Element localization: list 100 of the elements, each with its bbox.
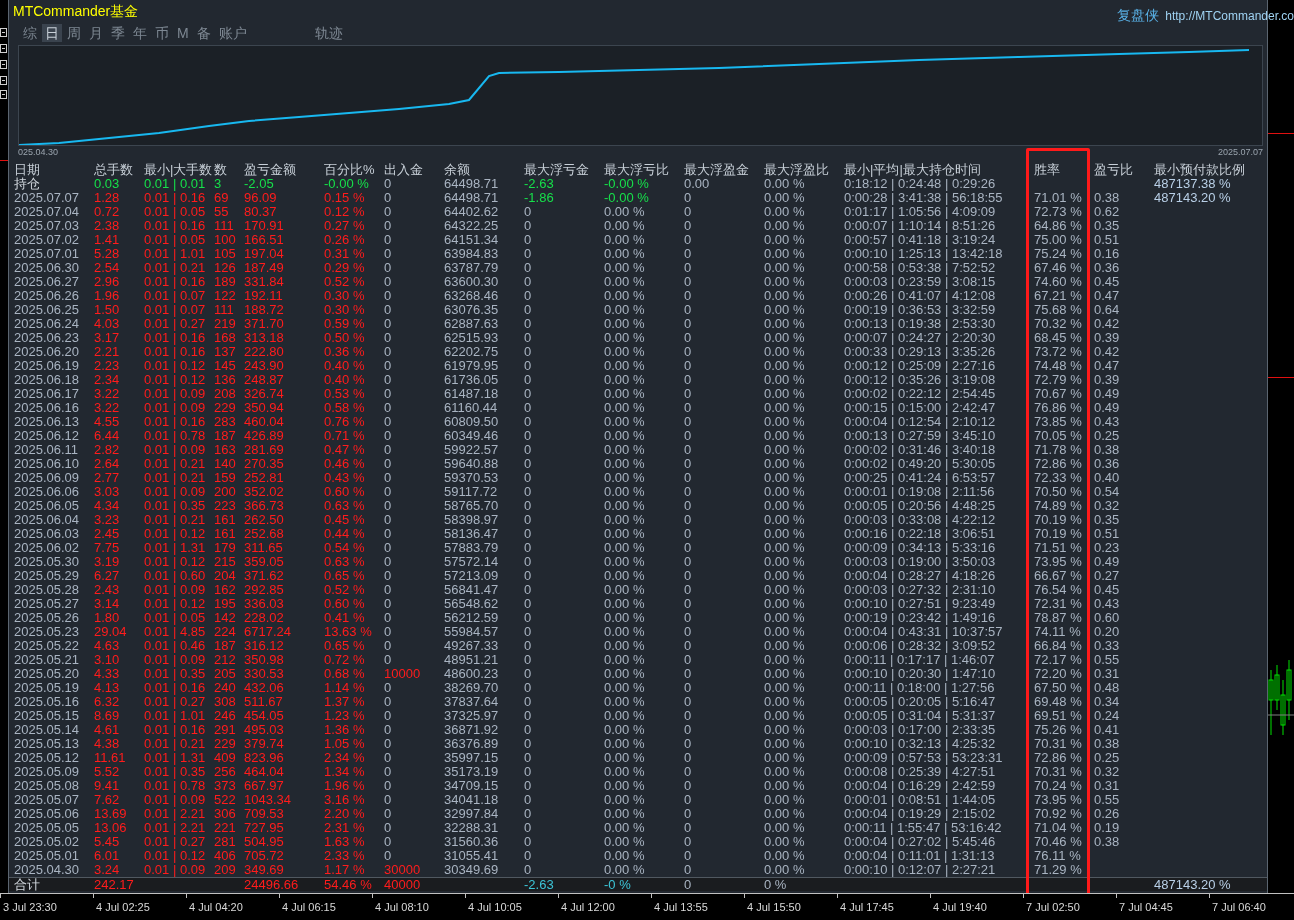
table-cell-text: 0 [684, 219, 693, 233]
date-cell-text: 2025.06.05 [14, 499, 81, 513]
tool-icon[interactable] [0, 60, 7, 69]
table-cell-text: 222.80 [244, 345, 285, 359]
tab[interactable]: 周 [64, 24, 84, 42]
table-cell-text: 197.04 [244, 247, 285, 261]
table-cell-text: 0.00 % [764, 597, 806, 611]
table-cell-text: 2.45 [94, 527, 121, 541]
table-cell-text: 0.00 % [604, 275, 646, 289]
table-cell-text: 0 [384, 835, 393, 849]
tab[interactable]: 币 [152, 24, 172, 42]
tab[interactable]: M [174, 24, 192, 42]
table-cell-text: 0 [524, 807, 533, 821]
website-link[interactable]: http://MTCommander.co [1165, 6, 1294, 25]
tool-icon[interactable] [0, 44, 7, 53]
table-cell-text: 0:00:03 | 0:19:00 | 3:50:03 [844, 555, 997, 569]
table-cell-text: 0 [524, 737, 533, 751]
date-cell-text: 2025.05.05 [14, 821, 81, 835]
table-cell-text: 0 [524, 639, 533, 653]
table-cell-text: 0.55 [1094, 793, 1121, 807]
table-cell-text: 69 [214, 191, 230, 205]
table-cell-text: 0 [384, 443, 393, 457]
table-cell-text: 0 [684, 709, 693, 723]
table-cell-text: 0 [524, 653, 533, 667]
table-cell-text: 3 [214, 177, 223, 191]
table-cell-text: 0.47 [1094, 359, 1121, 373]
table-cell-text: 0.01 | 1.31 [144, 541, 207, 555]
table-cell-text: 1.37 % [324, 695, 366, 709]
table-cell-text: 61487.18 [444, 387, 500, 401]
date-cell-text: 2025.07.04 [14, 205, 81, 219]
table-cell-text: 0.01 | 0.07 [144, 289, 207, 303]
table-cell-text: 221 [214, 821, 237, 835]
table-cell-text: 70.46 % [1034, 835, 1083, 849]
table-cell-text: 2.21 [94, 345, 121, 359]
tab[interactable]: 轨迹 [311, 24, 346, 42]
date-cell-text: 2025.06.24 [14, 317, 81, 331]
table-cell-text: 0 [684, 793, 693, 807]
table-cell-text: 0.25 [1094, 751, 1121, 765]
tab[interactable]: 月 [86, 24, 106, 42]
table-cell-text: 0.00 % [764, 765, 806, 779]
table-cell-text: 40000 [384, 878, 422, 891]
table-cell-text: 0:00:12 | 0:25:09 | 2:27:16 [844, 359, 997, 373]
table-cell-text: 0.00 % [764, 457, 806, 471]
table-cell-text: 0:00:13 | 0:27:59 | 3:45:10 [844, 429, 997, 443]
tab[interactable]: 日 [42, 24, 62, 42]
table-cell-text: 100 [214, 233, 237, 247]
table-cell-text: 0.12 % [324, 205, 366, 219]
table-cell-text: 0.00 % [604, 737, 646, 751]
table-cell-text: 0.62 [1094, 205, 1121, 219]
table-cell-text: 0.00 % [604, 863, 646, 877]
tab[interactable]: 账户 [215, 24, 250, 42]
table-cell-text: 0 [384, 261, 393, 275]
table-cell-text: 0.00 % [764, 345, 806, 359]
table-cell-text: 1.23 % [324, 709, 366, 723]
column-header: 盈亏比 [1094, 163, 1134, 177]
table-cell-text: 0.38 [1094, 737, 1121, 751]
table-cell-text: 0.00 % [604, 359, 646, 373]
date-cell-text: 2025.05.02 [14, 835, 81, 849]
tool-icon[interactable] [0, 76, 7, 85]
table-cell-text: 0 [384, 569, 393, 583]
table-cell-text: 3.14 [94, 597, 121, 611]
table-cell-text: 0.00 % [764, 485, 806, 499]
tab[interactable]: 备 [193, 24, 214, 42]
date-cell-text: 2025.06.09 [14, 471, 81, 485]
table-cell-text: 0 [524, 471, 533, 485]
date-cell-text: 2025.06.19 [14, 359, 81, 373]
table-cell-text: 350.94 [244, 401, 285, 415]
table-cell-text: 170.91 [244, 219, 285, 233]
table-cell-text: 0 [384, 275, 393, 289]
tab[interactable]: 综 [20, 24, 40, 42]
table-cell-text: 0.03 [94, 177, 121, 191]
table-cell-text: 0.00 % [604, 513, 646, 527]
price-line [1268, 377, 1294, 378]
column-header: 出入金 [384, 163, 424, 177]
table-cell-text: 0 [524, 457, 533, 471]
date-cell-text: 2025.06.20 [14, 345, 81, 359]
table-cell-text: 58136.47 [444, 527, 500, 541]
tool-icon[interactable] [0, 28, 7, 37]
table-cell-text: 0 [524, 751, 533, 765]
table-cell-text: 70.31 % [1034, 737, 1083, 751]
table-cell-text: -1.86 [524, 191, 555, 205]
table-cell-text: 406 [214, 849, 237, 863]
table-cell-text: 0 [524, 835, 533, 849]
table-cell-text: 0 [524, 275, 533, 289]
table-cell-text: 70.31 % [1034, 765, 1083, 779]
table-cell-text: 0.00 % [604, 387, 646, 401]
table-cell-text: 0:18:12 | 0:24:48 | 0:29:26 [844, 177, 997, 191]
tool-icon[interactable] [0, 90, 7, 99]
tab[interactable]: 年 [130, 24, 150, 42]
table-cell-text: 0 [524, 443, 533, 457]
table-cell-text: 0.49 [1094, 555, 1121, 569]
app-title: MTCommander基金 [13, 1, 139, 21]
table-cell-text: 71.29 % [1034, 863, 1083, 877]
table-cell-text: 460.04 [244, 415, 285, 429]
tab[interactable]: 季 [108, 24, 128, 42]
date-cell-text: 2025.05.21 [14, 653, 81, 667]
table-cell-text: 242.17 [94, 878, 135, 891]
table-cell-text: 57213.09 [444, 569, 500, 583]
table-cell-text: 0 [684, 625, 693, 639]
table-cell-text: 0.00 % [764, 359, 806, 373]
